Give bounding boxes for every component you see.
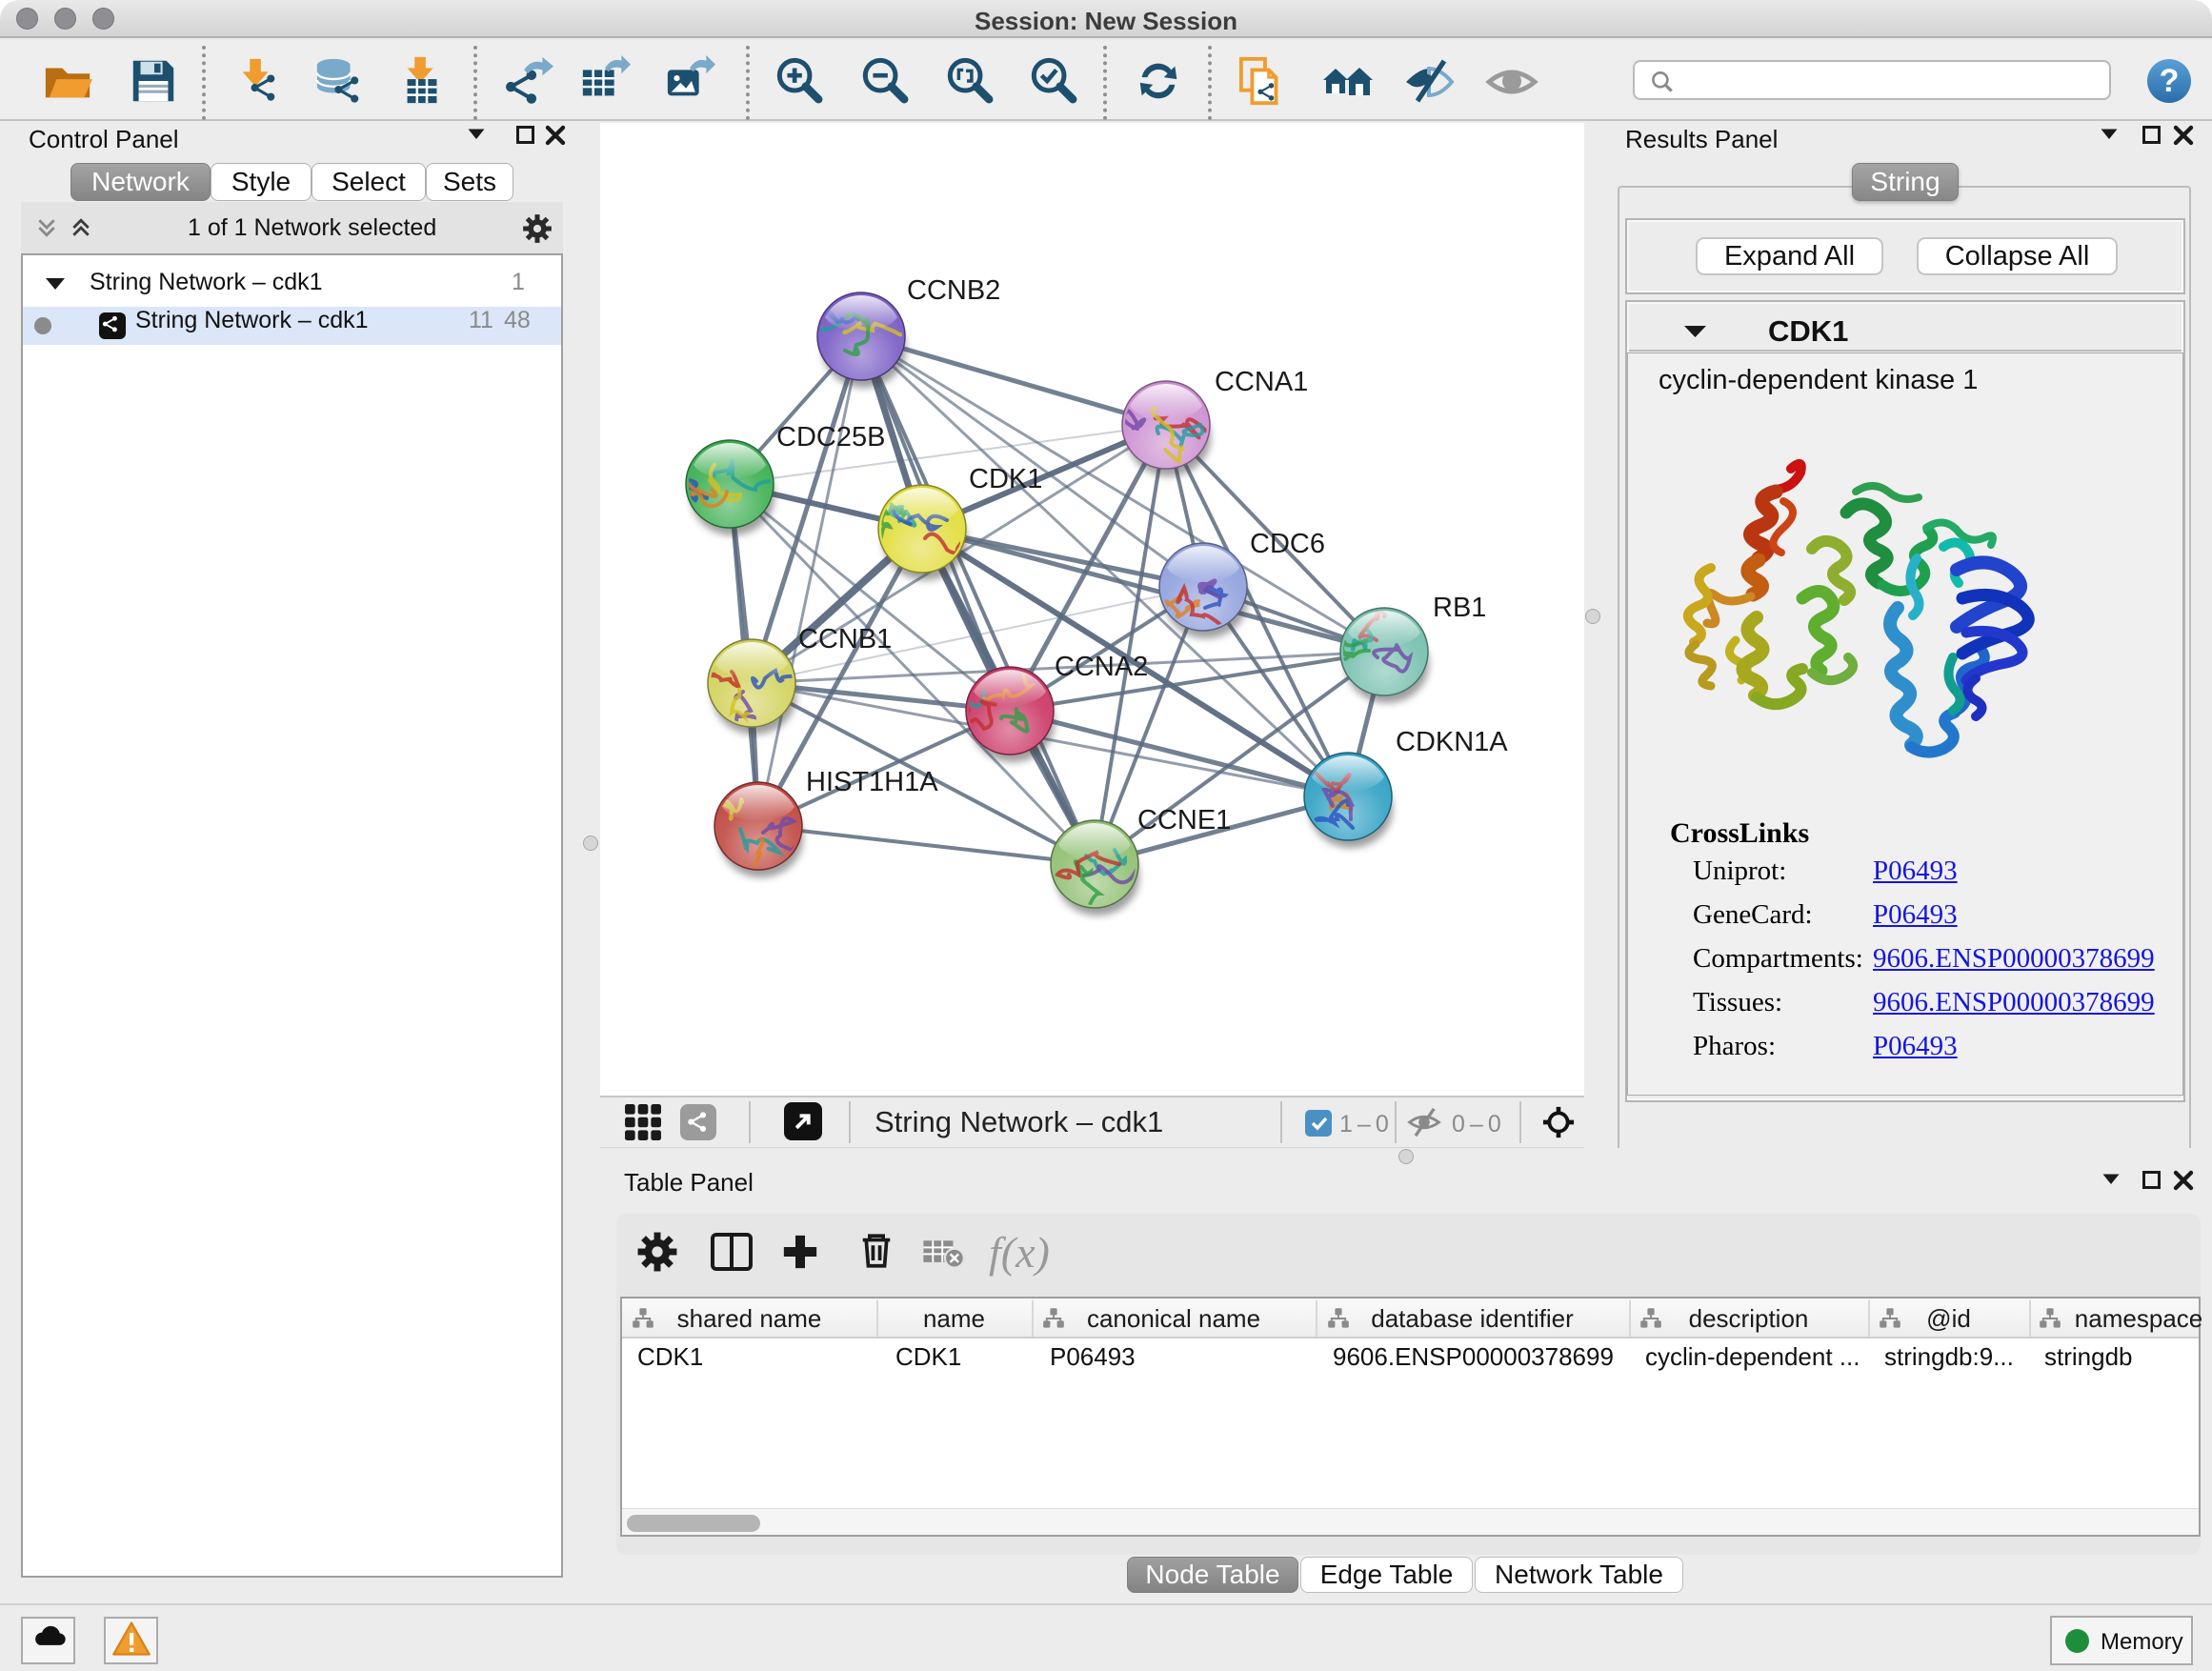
svg-text:CCNB1: CCNB1 <box>798 624 892 654</box>
svg-text:CDC6: CDC6 <box>1250 529 1325 559</box>
svg-text:CDK1: CDK1 <box>969 464 1042 494</box>
svg-text:CCNB2: CCNB2 <box>907 275 1000 306</box>
svg-text:CDKN1A: CDKN1A <box>1396 727 1508 757</box>
svg-text:RB1: RB1 <box>1433 593 1486 623</box>
svg-text:CCNA2: CCNA2 <box>1055 652 1148 682</box>
svg-text:HIST1H1A: HIST1H1A <box>806 767 938 797</box>
svg-text:CCNA1: CCNA1 <box>1215 367 1308 397</box>
svg-text:CCNE1: CCNE1 <box>1137 805 1231 836</box>
svg-text:CDC25B: CDC25B <box>776 422 885 453</box>
